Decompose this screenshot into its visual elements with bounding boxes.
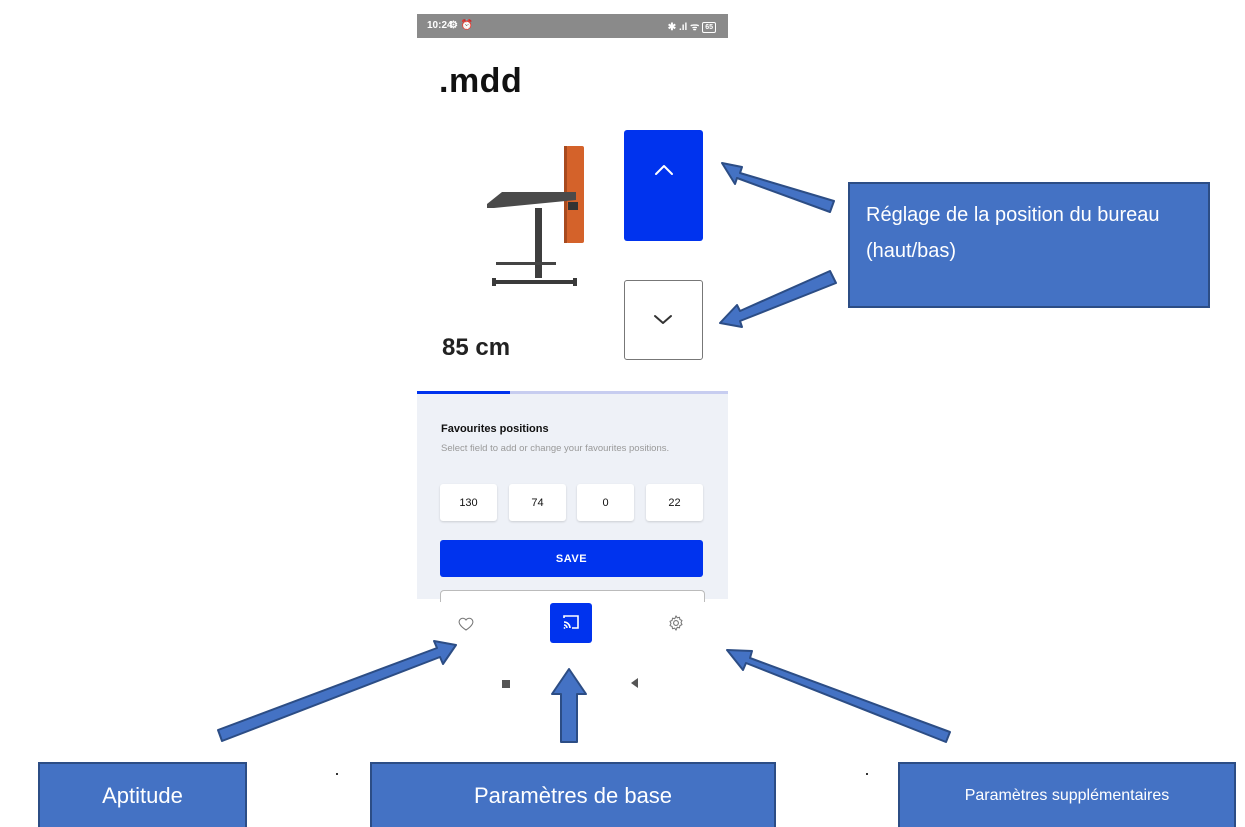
annotation-arrows [217, 162, 951, 743]
annotation-base-settings: Paramètres de base [370, 762, 776, 827]
stray-dot [336, 773, 338, 775]
arrow-to-heart [217, 640, 457, 742]
annotation-extra-settings: Paramètres supplémentaires [898, 762, 1236, 827]
stray-dot [866, 773, 868, 775]
arrow-to-up-button [721, 162, 835, 213]
arrow-to-cast [551, 668, 587, 743]
arrow-to-down-button [719, 270, 837, 328]
arrow-to-gear [726, 649, 951, 743]
annotation-adjust-height: Réglage de la position du bureau (haut/b… [848, 182, 1210, 308]
annotation-aptitude: Aptitude [38, 762, 247, 827]
